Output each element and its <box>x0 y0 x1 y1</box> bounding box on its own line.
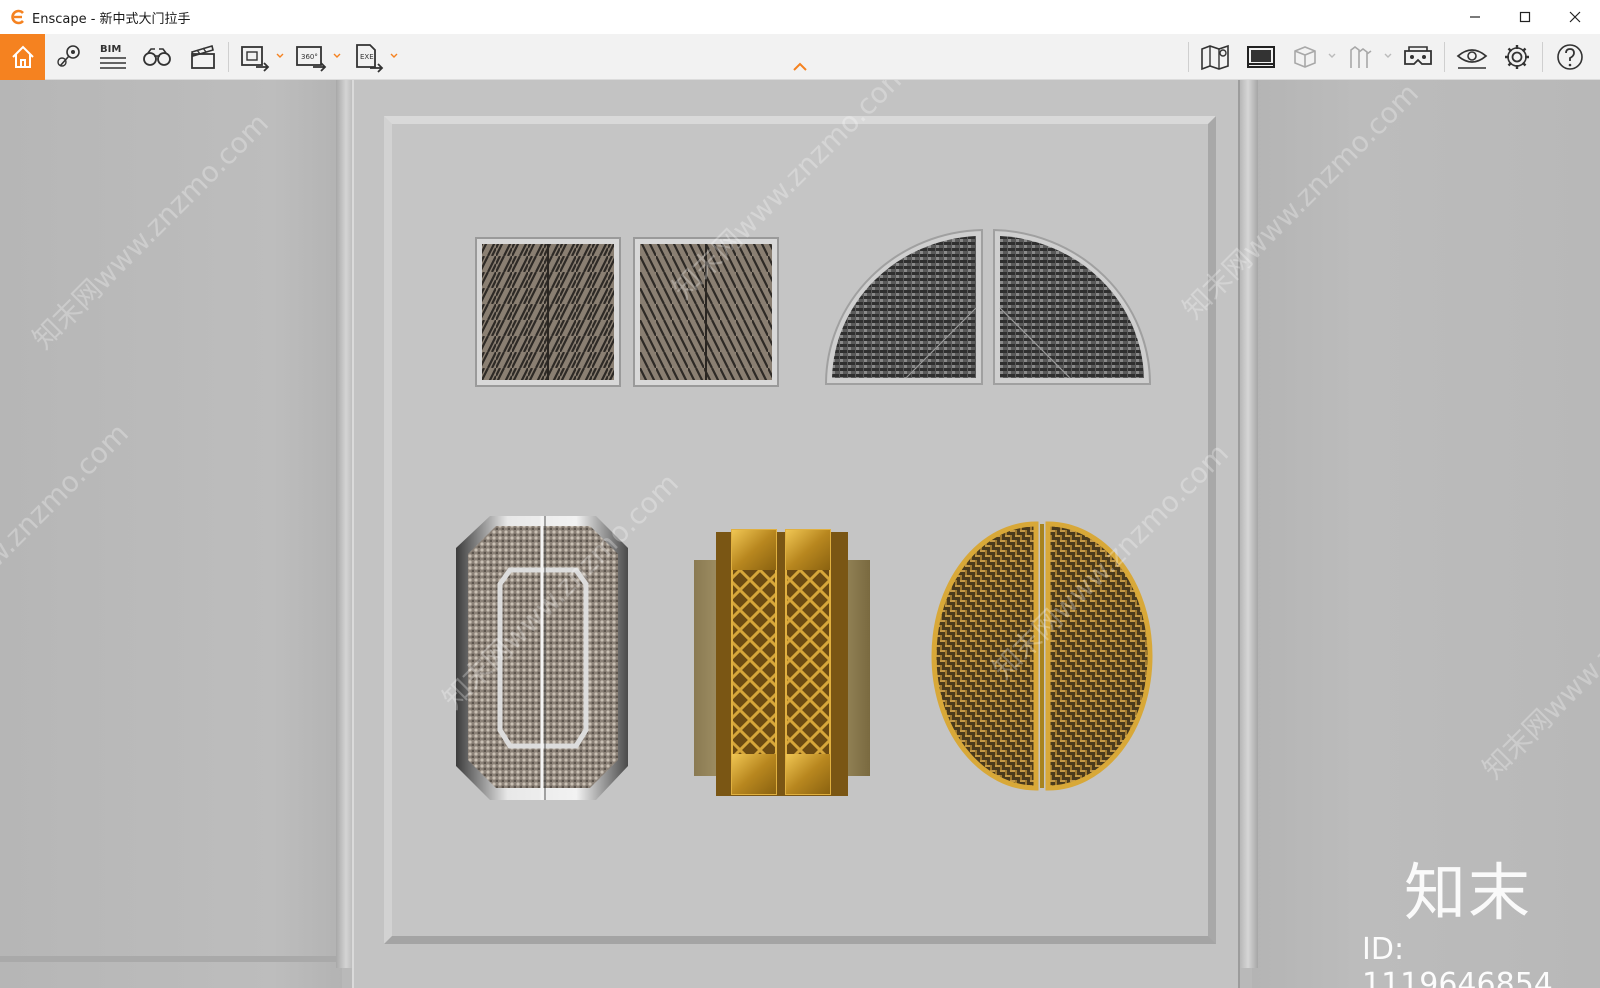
chevron-down-icon <box>1384 53 1392 58</box>
home-button[interactable] <box>0 34 45 80</box>
panorama-label: 360° <box>301 53 318 61</box>
asset-library-button[interactable] <box>1344 36 1378 78</box>
home-icon <box>11 45 34 68</box>
clapperboard-icon <box>191 44 215 69</box>
cube-icon <box>1294 46 1316 68</box>
gear-icon <box>1505 45 1529 69</box>
half-round-lattice-handle-pair[interactable] <box>824 228 1152 385</box>
title-bar: Enscape - 新中式大门拉手 <box>0 0 1600 34</box>
bim-button[interactable]: BIM <box>96 36 130 78</box>
views-button[interactable] <box>52 36 86 78</box>
watermark-id: ID: 1119646854 <box>1362 932 1553 988</box>
bim-icon: BIM <box>100 44 126 69</box>
collapse-toolbar-icon[interactable] <box>792 62 808 72</box>
close-button[interactable] <box>1550 0 1600 34</box>
video-editor-button[interactable] <box>186 36 220 78</box>
screen-button[interactable] <box>1244 36 1278 78</box>
window-title: Enscape - 新中式大门拉手 <box>32 11 191 27</box>
gold-bar-handle-pair[interactable] <box>694 529 870 796</box>
chevron-down-icon[interactable] <box>333 52 341 60</box>
chevron-down-icon[interactable] <box>276 52 284 60</box>
door-handles-scene <box>456 228 1153 800</box>
screen-icon <box>1247 46 1275 68</box>
toolbar-separator <box>1444 42 1445 72</box>
map-view-button[interactable] <box>1198 36 1232 78</box>
visual-settings-button[interactable] <box>1454 36 1490 78</box>
settings-button[interactable] <box>1500 36 1534 78</box>
close-icon <box>1569 11 1581 23</box>
asset-library-icon <box>1350 46 1372 68</box>
panorama-360-export-icon: 360° <box>296 46 327 72</box>
eye-settings-icon <box>1456 49 1488 69</box>
chevron-down-icon[interactable] <box>390 52 398 60</box>
map-pin-icon <box>57 45 80 67</box>
help-icon <box>1557 44 1583 70</box>
minimize-icon <box>1470 16 1480 18</box>
help-button[interactable] <box>1552 36 1588 78</box>
toolbar: BIM 360° EXE <box>0 34 1600 80</box>
toolbar-separator <box>1188 42 1189 72</box>
watermark-brand: 知末 <box>1404 856 1533 929</box>
enscape-logo-icon <box>11 9 24 25</box>
vr-headset-icon <box>1404 46 1432 65</box>
exe-label: EXE <box>360 53 374 61</box>
window-controls <box>1450 0 1600 34</box>
minimize-button[interactable] <box>1450 0 1500 34</box>
maximize-icon <box>1519 11 1531 23</box>
toolbar-separator <box>228 42 229 72</box>
bim-label: BIM <box>100 44 121 55</box>
map-view-icon <box>1201 44 1229 71</box>
exe-export-button[interactable]: EXE <box>350 36 386 78</box>
toolbar-separator <box>1542 42 1543 72</box>
screenshot-button[interactable] <box>238 36 272 78</box>
vr-headset-button[interactable] <box>1400 36 1436 78</box>
binoculars-icon <box>143 48 171 66</box>
cube-button[interactable] <box>1288 36 1322 78</box>
panorama-button[interactable]: 360° <box>292 36 330 78</box>
exe-export-icon: EXE <box>356 44 384 73</box>
binoculars-button[interactable] <box>140 36 174 78</box>
chevron-down-icon <box>1328 53 1336 58</box>
screenshot-export-icon <box>241 46 270 72</box>
render-viewport[interactable]: 知末网www.znzmo.com 知末网www.znzmo.com 知末网www… <box>0 80 1600 988</box>
maximize-button[interactable] <box>1500 0 1550 34</box>
